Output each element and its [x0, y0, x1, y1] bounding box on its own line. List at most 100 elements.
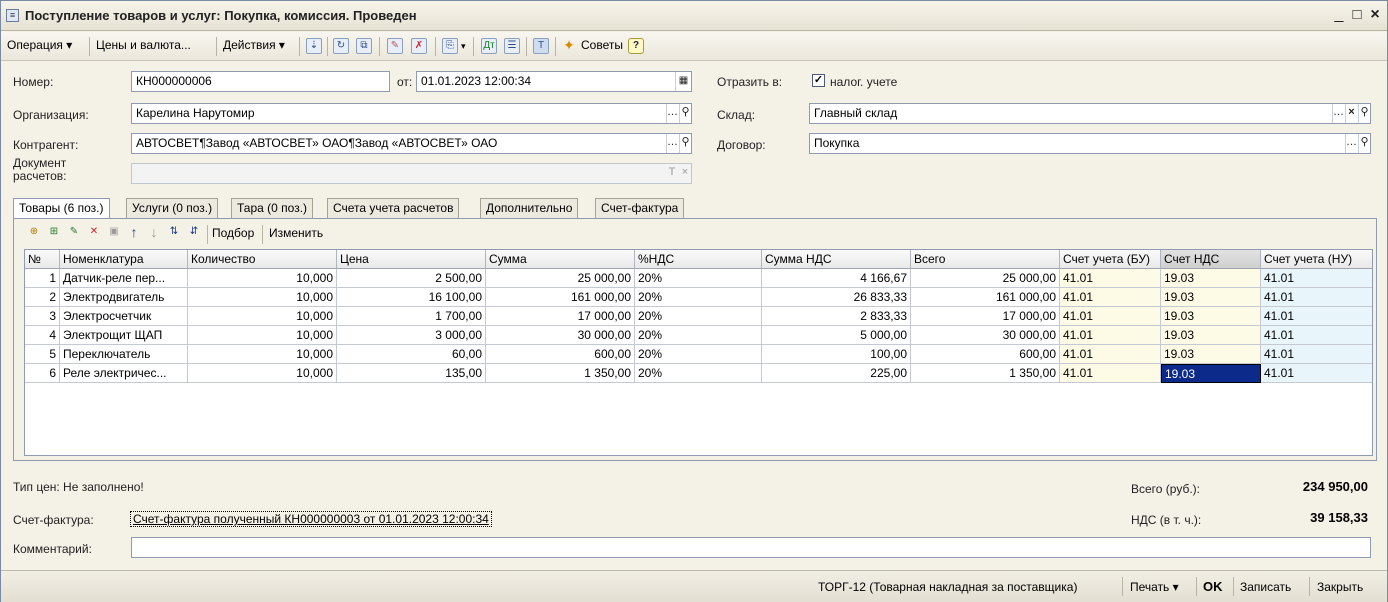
- table-row[interactable]: 3 Электросчетчик 10,000 1 700,00 17 000,…: [25, 307, 1372, 326]
- select-organization-button[interactable]: …: [666, 104, 678, 123]
- prices-currency-button[interactable]: Цены и валюта...: [96, 38, 191, 52]
- vat-amount-cell[interactable]: 4 166,67: [762, 269, 911, 288]
- amount-cell[interactable]: 25 000,00: [486, 269, 635, 288]
- column-header[interactable]: Счет НДС: [1161, 250, 1261, 269]
- operation-menu[interactable]: Операция ▾: [7, 38, 72, 52]
- amount-cell[interactable]: 30 000,00: [486, 326, 635, 345]
- save-button[interactable]: Записать: [1240, 580, 1291, 594]
- clear-settlement-icon[interactable]: ×: [679, 164, 691, 183]
- quantity-cell[interactable]: 10,000: [188, 307, 337, 326]
- post-icon[interactable]: ✎: [387, 38, 403, 54]
- select-counterparty-button[interactable]: …: [666, 134, 678, 153]
- close-window-button[interactable]: ×: [1365, 5, 1385, 25]
- number-field[interactable]: КН000000006: [131, 71, 390, 92]
- total-cell[interactable]: 30 000,00: [911, 326, 1060, 345]
- account-vat-cell[interactable]: 19.03: [1161, 326, 1261, 345]
- vat-rate-cell[interactable]: 20%: [635, 345, 762, 364]
- total-cell[interactable]: 1 350,00: [911, 364, 1060, 383]
- vat-amount-cell[interactable]: 5 000,00: [762, 326, 911, 345]
- select-warehouse-button[interactable]: …: [1332, 104, 1344, 123]
- move-down-row-icon[interactable]: ↓: [146, 225, 162, 241]
- tab-services[interactable]: Услуги (0 поз.): [126, 198, 219, 218]
- amount-cell[interactable]: 600,00: [486, 345, 635, 364]
- account-nu-cell[interactable]: 41.01: [1261, 288, 1372, 307]
- print-menu[interactable]: Печать ▾: [1130, 580, 1179, 594]
- open-counterparty-icon[interactable]: ⚲: [679, 134, 691, 153]
- table-row[interactable]: 4 Электрощит ЩАП 10,000 3 000,00 30 000,…: [25, 326, 1372, 345]
- change-button[interactable]: Изменить: [269, 226, 323, 240]
- column-header[interactable]: №: [25, 250, 60, 269]
- amount-cell[interactable]: 17 000,00: [486, 307, 635, 326]
- type-select-icon[interactable]: T: [666, 164, 678, 183]
- tax-accounting-checkbox[interactable]: ✓: [812, 74, 825, 87]
- account-nu-cell[interactable]: 41.01: [1261, 307, 1372, 326]
- move-down-icon[interactable]: ⇣: [306, 38, 322, 54]
- structure-icon[interactable]: ☰: [504, 38, 520, 54]
- tips-button[interactable]: Советы: [581, 38, 623, 52]
- vat-rate-cell[interactable]: 20%: [635, 326, 762, 345]
- open-warehouse-icon[interactable]: ⚲: [1358, 104, 1370, 123]
- account-bu-cell[interactable]: 41.01: [1060, 269, 1161, 288]
- dt-kt-icon[interactable]: Дт: [481, 38, 497, 54]
- end-edit-icon[interactable]: ▣: [106, 225, 122, 241]
- column-header[interactable]: Сумма: [486, 250, 635, 269]
- quantity-cell[interactable]: 10,000: [188, 345, 337, 364]
- vat-rate-cell[interactable]: 20%: [635, 364, 762, 383]
- account-bu-cell[interactable]: 41.01: [1060, 364, 1161, 383]
- tab-additional[interactable]: Дополнительно: [480, 198, 579, 218]
- column-header[interactable]: Счет учета (БУ): [1060, 250, 1161, 269]
- column-header[interactable]: Сумма НДС: [762, 250, 911, 269]
- total-cell[interactable]: 17 000,00: [911, 307, 1060, 326]
- ok-button[interactable]: OK: [1203, 579, 1223, 594]
- column-header[interactable]: %НДС: [635, 250, 762, 269]
- based-on-icon[interactable]: ⎘: [442, 38, 458, 54]
- amount-cell[interactable]: 161 000,00: [486, 288, 635, 307]
- quantity-cell[interactable]: 10,000: [188, 326, 337, 345]
- based-on-dropdown-icon[interactable]: ▾: [461, 41, 466, 52]
- account-nu-cell[interactable]: 41.01: [1261, 269, 1372, 288]
- move-up-icon[interactable]: ↑: [126, 225, 142, 241]
- minimize-button[interactable]: _: [1329, 5, 1349, 25]
- account-vat-cell[interactable]: 19.03: [1161, 307, 1261, 326]
- column-header[interactable]: Всего: [911, 250, 1060, 269]
- vat-rate-cell[interactable]: 20%: [635, 288, 762, 307]
- close-button[interactable]: Закрыть: [1317, 580, 1363, 594]
- tab-goods[interactable]: Товары (6 поз.): [13, 198, 110, 219]
- copy-row-icon[interactable]: ⊞: [46, 225, 62, 241]
- warehouse-field[interactable]: Главный склад … × ⚲: [809, 103, 1371, 124]
- column-header[interactable]: Счет учета (НУ): [1261, 250, 1372, 269]
- item-cell[interactable]: Реле электричес...: [60, 364, 188, 383]
- tab-invoice[interactable]: Счет-фактура: [595, 198, 685, 218]
- account-nu-cell[interactable]: 41.01: [1261, 345, 1372, 364]
- organization-field[interactable]: Карелина Нарутомир … ⚲: [131, 103, 692, 124]
- clear-warehouse-icon[interactable]: ×: [1345, 104, 1357, 123]
- account-vat-cell[interactable]: 19.03: [1161, 269, 1261, 288]
- vat-amount-cell[interactable]: 26 833,33: [762, 288, 911, 307]
- price-cell[interactable]: 3 000,00: [337, 326, 486, 345]
- actions-menu[interactable]: Действия ▾: [223, 38, 285, 52]
- total-cell[interactable]: 600,00: [911, 345, 1060, 364]
- table-row[interactable]: 2 Электродвигатель 10,000 16 100,00 161 …: [25, 288, 1372, 307]
- quantity-cell[interactable]: 10,000: [188, 288, 337, 307]
- counterparty-field[interactable]: АВТОСВЕТ¶Завод «АВТОСВЕТ» ОАО¶Завод «АВТ…: [131, 133, 692, 154]
- edit-row-icon[interactable]: ✎: [66, 225, 82, 241]
- unpost-icon[interactable]: ✗: [411, 38, 427, 54]
- account-vat-cell[interactable]: 19.03: [1161, 288, 1261, 307]
- quantity-cell[interactable]: 10,000: [188, 269, 337, 288]
- table-row[interactable]: 6 Реле электричес... 10,000 135,00 1 350…: [25, 364, 1372, 383]
- price-cell[interactable]: 1 700,00: [337, 307, 486, 326]
- sort-descending-icon[interactable]: ⇵: [186, 225, 202, 241]
- contract-field[interactable]: Покупка … ⚲: [809, 133, 1371, 154]
- vat-amount-cell[interactable]: 100,00: [762, 345, 911, 364]
- torg12-print-button[interactable]: ТОРГ-12 (Товарная накладная за поставщик…: [818, 580, 1077, 594]
- item-cell[interactable]: Электродвигатель: [60, 288, 188, 307]
- price-cell[interactable]: 16 100,00: [337, 288, 486, 307]
- account-bu-cell[interactable]: 41.01: [1060, 345, 1161, 364]
- sort-ascending-icon[interactable]: ⇅: [166, 225, 182, 241]
- column-header[interactable]: Номенклатура: [60, 250, 188, 269]
- vat-rate-cell[interactable]: 20%: [635, 269, 762, 288]
- calendar-icon[interactable]: ▦: [675, 72, 691, 91]
- selection-button[interactable]: Подбор: [212, 226, 254, 240]
- text-format-icon[interactable]: T: [533, 38, 549, 54]
- tab-settlement-accounts[interactable]: Счета учета расчетов: [327, 198, 460, 218]
